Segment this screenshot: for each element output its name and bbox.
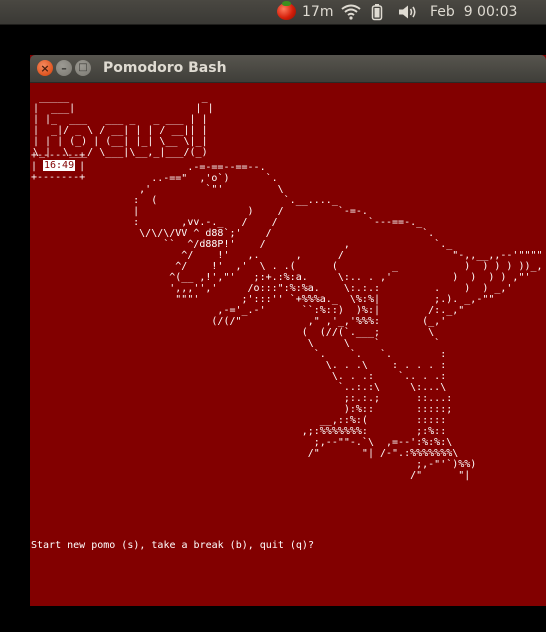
speaker-icon[interactable] bbox=[398, 0, 418, 24]
minimize-icon: – bbox=[61, 61, 67, 75]
maximize-icon: □ bbox=[78, 62, 88, 73]
maximize-button[interactable]: □ bbox=[75, 60, 91, 76]
focus-banner: _____ _ | ___| | | | |_ ___ ___ _ _ ___ … bbox=[33, 92, 214, 158]
prompt-text: Start new pomo (s), take a break (b), qu… bbox=[31, 540, 314, 551]
battery-icon[interactable] bbox=[371, 0, 383, 24]
dinosaur-ascii-art: .-=-==--==--. ..-==" ,'o`) `. ,' `"' \ :… bbox=[133, 162, 544, 481]
tomato-leaf bbox=[282, 1, 291, 6]
window-title: Pomodoro Bash bbox=[103, 60, 227, 76]
clock[interactable]: Feb 9 00:03 bbox=[430, 0, 517, 24]
title-bar[interactable]: × – □ Pomodoro Bash bbox=[30, 55, 546, 83]
tomato-icon[interactable] bbox=[276, 0, 298, 24]
close-icon: × bbox=[40, 61, 50, 75]
tomato-timer-text[interactable]: 17m bbox=[302, 0, 333, 24]
terminal-area[interactable]: _____ _ | ___| | | | |_ ___ ___ _ _ ___ … bbox=[31, 91, 544, 606]
close-button[interactable]: × bbox=[37, 60, 53, 76]
minimize-button[interactable]: – bbox=[56, 60, 72, 76]
timer-value: 16:49 bbox=[43, 160, 76, 171]
terminal-window: × – □ Pomodoro Bash _____ _ | ___| | | |… bbox=[30, 55, 546, 606]
wifi-icon[interactable] bbox=[341, 0, 361, 24]
top-panel: 17m Feb 9 00:03 bbox=[0, 0, 546, 25]
